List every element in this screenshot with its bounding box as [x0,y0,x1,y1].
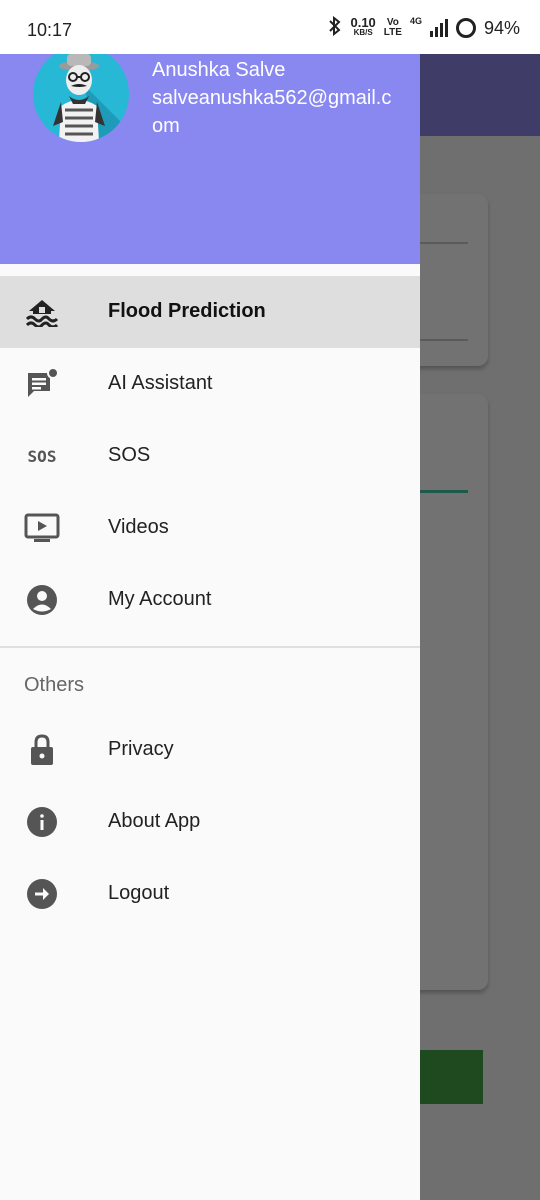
net-speed-value: 0.10 [350,15,376,30]
user-email: salveanushka562@gmail.com [152,87,392,137]
menu-item-about-app[interactable]: About App [0,786,420,858]
net-speed: 0.10 KB/S [350,15,376,38]
menu-item-my-account[interactable]: My Account [0,564,420,636]
menu-item-label: My Account [108,588,212,610]
volte-indicator: Vo LTE [384,18,402,38]
menu-item-label: SOS [108,444,151,466]
lock-icon [24,732,60,768]
menu-item-ai-assistant[interactable]: AI Assistant [0,348,420,420]
navigation-drawer: Anushka Salve salveanushka562@gmail.com … [0,46,420,1200]
info-icon [24,804,60,840]
bluetooth-icon [328,15,342,41]
drawer-header: Anushka Salve salveanushka562@gmail.com [0,46,420,264]
net-speed-unit: KB/S [353,28,373,37]
volte-bottom: LTE [383,27,402,38]
section-title-others: Others [24,674,85,696]
avatar[interactable] [33,46,129,142]
sos-icon-glyph: SOS [27,446,57,466]
logout-icon [24,876,60,912]
menu-item-label: Videos [108,516,169,538]
menu-item-flood-prediction[interactable]: Flood Prediction [0,276,420,348]
menu-item-label: About App [108,810,201,832]
video-icon [24,510,60,546]
battery-icon [455,18,476,38]
menu-item-label: Privacy [108,738,174,760]
status-time: 10:17 [27,20,73,40]
menu-item-label: Logout [108,882,170,904]
menu-item-label: AI Assistant [108,372,213,394]
menu-item-logout[interactable]: Logout [0,858,420,930]
menu-item-sos[interactable]: SOS SOS [0,420,420,492]
drawer-menu: Flood Prediction AI Assistant SOS SOS Vi… [0,276,420,930]
account-icon [24,582,60,618]
signal-icon [429,19,448,37]
user-info: Anushka Salve salveanushka562@gmail.com [152,56,402,140]
menu-item-privacy[interactable]: Privacy [0,714,420,786]
chat-notification-icon [24,366,60,402]
sos-icon: SOS [24,438,60,474]
status-bar: 10:17 0.10 KB/S Vo LTE 4G 94% [0,0,540,54]
battery-level: 94% [483,17,520,38]
menu-item-label: Flood Prediction [108,300,266,322]
menu-item-videos[interactable]: Videos [0,492,420,564]
user-name: Anushka Salve [152,59,286,81]
status-icons: 0.10 KB/S Vo LTE 4G 94% [328,15,520,41]
network-type: 4G [409,16,422,26]
flood-icon [24,294,60,330]
